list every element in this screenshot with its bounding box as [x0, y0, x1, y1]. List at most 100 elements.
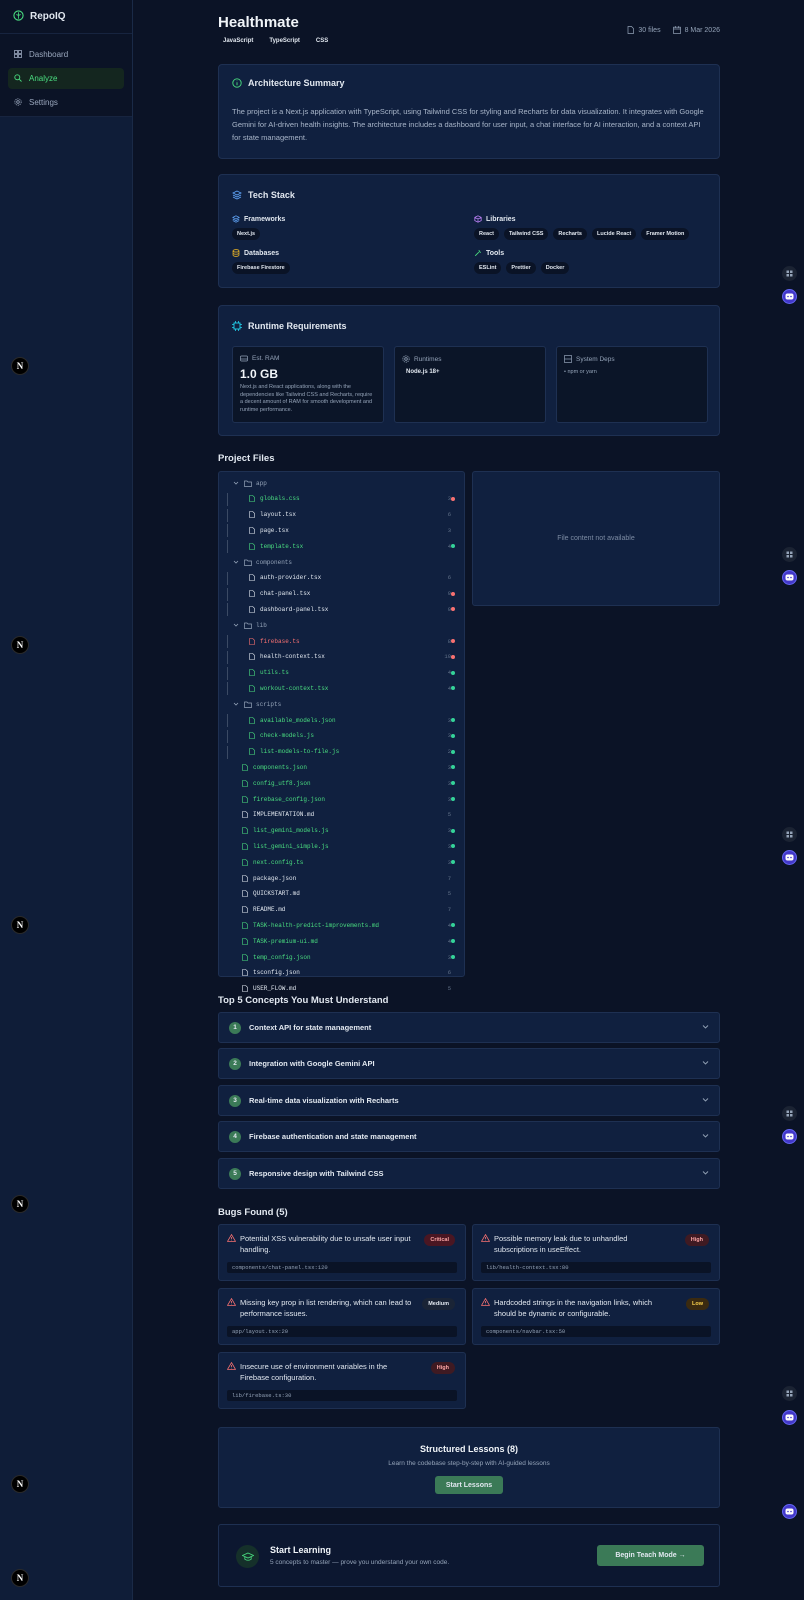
start-lessons-button[interactable]: Start Lessons: [435, 1476, 503, 1494]
folder-icon: [244, 622, 252, 629]
architecture-text: The project is a Next.js application wit…: [232, 107, 704, 142]
n-badge[interactable]: N: [11, 916, 29, 934]
concept-label: Integration with Google Gemini API: [249, 1059, 375, 1068]
concept-number: 4: [229, 1130, 241, 1143]
file-row[interactable]: dashboard-panel.tsx 9: [219, 602, 464, 617]
databases-chips: Firebase Firestore: [232, 262, 290, 274]
file-row[interactable]: page.tsx 3: [219, 523, 464, 538]
frameworks-label: Frameworks: [232, 215, 285, 223]
library-chip: Framer Motion: [641, 228, 690, 240]
begin-teach-mode-button[interactable]: Begin Teach Mode →: [597, 1545, 704, 1566]
sidebar-item-settings[interactable]: Settings: [8, 92, 124, 113]
n-badge[interactable]: N: [11, 1569, 29, 1587]
extension-widget-icon[interactable]: [782, 1386, 797, 1401]
ram-box: Est. RAM 1.0 GB Next.js and React applic…: [232, 346, 384, 423]
libraries-group: Libraries React Tailwind CSS Recharts Lu…: [474, 215, 690, 240]
folder-row[interactable]: lib: [219, 618, 464, 632]
file-icon: [242, 827, 248, 834]
extension-widget-icon[interactable]: [782, 1106, 797, 1121]
status-dot: [451, 844, 455, 849]
assistant-bot-icon[interactable]: [782, 570, 797, 585]
bug-location[interactable]: app/layout.tsx:20: [227, 1326, 457, 1337]
file-row[interactable]: README.md 7: [219, 903, 464, 917]
bug-location[interactable]: components/chat-panel.tsx:120: [227, 1262, 457, 1273]
file-row[interactable]: health-context.tsx 10: [219, 650, 464, 664]
bug-location[interactable]: components/navbar.tsx:50: [481, 1326, 711, 1337]
chevron-down-icon: [702, 1025, 709, 1029]
file-row[interactable]: list-models-to-file.js 2: [219, 745, 464, 759]
brand[interactable]: RepoIQ: [0, 0, 132, 34]
file-row[interactable]: firebase_config.json 3: [219, 792, 464, 806]
folder-row[interactable]: scripts: [219, 697, 464, 711]
file-row[interactable]: USER_FLOW.md 5: [219, 982, 464, 996]
libraries-label: Libraries: [474, 215, 689, 223]
file-row[interactable]: package.json 7: [219, 871, 464, 885]
folder-row[interactable]: components: [219, 555, 464, 569]
assistant-bot-icon[interactable]: [782, 1410, 797, 1425]
file-row[interactable]: globals.css 3: [219, 492, 464, 506]
file-row[interactable]: components.json 3: [219, 760, 464, 774]
folder-icon: [244, 480, 252, 487]
analysis-date: 8 Mar 2026: [672, 26, 720, 34]
file-row[interactable]: chat-panel.tsx 9: [219, 587, 464, 601]
file-row[interactable]: workout-context.tsx 4: [219, 681, 464, 696]
graduation-cap-icon: [236, 1545, 259, 1568]
library-chip: Lucide React: [591, 228, 637, 240]
assistant-bot-icon[interactable]: [782, 1129, 797, 1144]
warning-icon: [227, 1362, 236, 1370]
concept-item[interactable]: 3 Real-time data visualization with Rech…: [218, 1085, 720, 1116]
file-row[interactable]: TASK-premium-ui.md 4: [219, 934, 464, 948]
bug-location[interactable]: lib/health-context.tsx:80: [481, 1262, 711, 1273]
status-dot: [451, 955, 455, 959]
sidebar-item-label: Dashboard: [29, 50, 69, 59]
file-row[interactable]: TASK-health-predict-improvements.md 4: [219, 918, 464, 932]
file-icon: [242, 843, 248, 850]
file-name: temp_config.json: [253, 953, 311, 961]
bug-card[interactable]: Hardcoded strings in the navigation link…: [472, 1288, 720, 1345]
file-row[interactable]: config_utf8.json 3: [219, 776, 464, 790]
bug-card[interactable]: Missing key prop in list rendering, whic…: [218, 1288, 466, 1345]
n-badge[interactable]: N: [11, 1475, 29, 1493]
sidebar-item-dashboard[interactable]: Dashboard: [8, 44, 124, 65]
extension-widget-icon[interactable]: [782, 266, 797, 281]
file-row[interactable]: auth-provider.tsx 6: [219, 571, 464, 585]
n-badge[interactable]: N: [11, 357, 29, 375]
file-row[interactable]: temp_config.json 3: [219, 950, 464, 964]
frameworks-label-text: Frameworks: [244, 215, 286, 223]
file-row[interactable]: check-models.js 3: [219, 729, 464, 743]
file-row[interactable]: tsconfig.json 6: [219, 966, 464, 980]
file-icon: [242, 953, 248, 961]
bug-card[interactable]: Possible memory leak due to unhandled su…: [472, 1224, 720, 1281]
file-row[interactable]: layout.tsx 6: [219, 508, 464, 522]
concept-item[interactable]: 2 Integration with Google Gemini API: [218, 1048, 720, 1079]
tech-stack-card: Tech Stack Frameworks Next.js Libraries …: [218, 174, 720, 288]
bug-card[interactable]: Insecure use of environment variables in…: [218, 1352, 466, 1409]
file-row[interactable]: QUICKSTART.md 5: [219, 887, 464, 901]
bug-card[interactable]: Potential XSS vulnerability due to unsaf…: [218, 1224, 466, 1281]
file-row[interactable]: list_gemini_models.js 3: [219, 824, 464, 838]
assistant-bot-icon[interactable]: [782, 1504, 797, 1519]
assistant-bot-icon[interactable]: [782, 289, 797, 304]
concept-item[interactable]: 4 Firebase authentication and state mana…: [218, 1121, 720, 1152]
n-badge[interactable]: N: [11, 1195, 29, 1213]
tree-guide-line: [227, 571, 228, 585]
concept-item[interactable]: 5 Responsive design with Tailwind CSS: [218, 1158, 720, 1189]
file-name: package.json: [253, 874, 297, 882]
concept-item[interactable]: 1 Context API for state management: [218, 1012, 720, 1043]
file-row[interactable]: IMPLEMENTATION.md 5: [219, 808, 464, 822]
runtime-card: Runtime Requirements Est. RAM 1.0 GB Nex…: [218, 305, 720, 436]
extension-widget-icon[interactable]: [782, 547, 797, 562]
file-row[interactable]: template.tsx 4: [219, 539, 464, 554]
n-badge[interactable]: N: [11, 636, 29, 654]
assistant-bot-icon[interactable]: [782, 850, 797, 865]
file-row[interactable]: available_models.json 3: [219, 713, 464, 727]
extension-widget-icon[interactable]: [782, 827, 797, 842]
file-row[interactable]: list_gemini_simple.js 3: [219, 839, 464, 853]
file-row[interactable]: utils.ts 4: [219, 666, 464, 680]
file-row[interactable]: firebase.ts 8: [219, 634, 464, 648]
file-row[interactable]: next.config.ts 3: [219, 855, 464, 869]
sidebar-item-analyze[interactable]: Analyze: [8, 68, 124, 89]
info-icon: [232, 78, 242, 88]
bug-location[interactable]: lib/firebase.ts:30: [227, 1390, 457, 1401]
folder-row[interactable]: app: [219, 476, 464, 490]
